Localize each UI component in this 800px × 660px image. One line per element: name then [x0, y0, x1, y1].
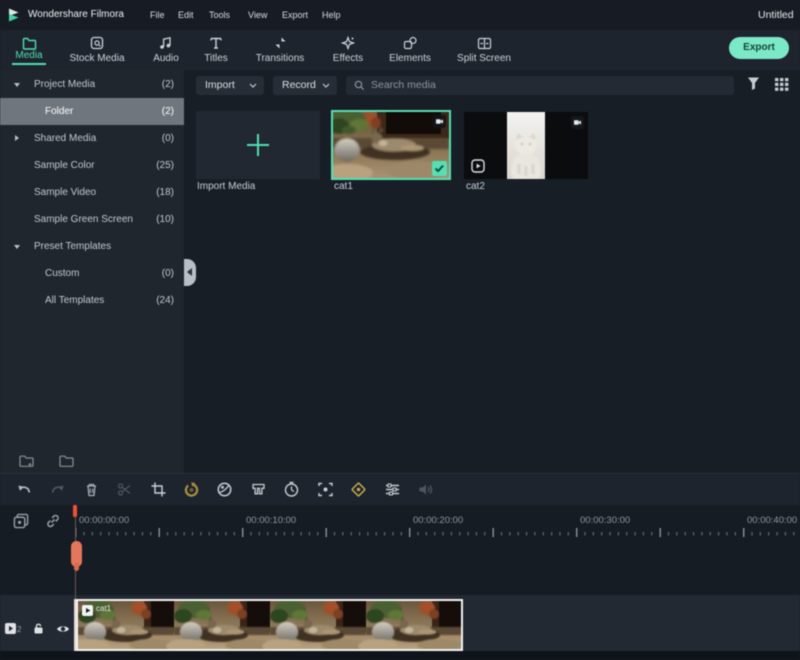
- svg-text:2: 2: [17, 625, 21, 634]
